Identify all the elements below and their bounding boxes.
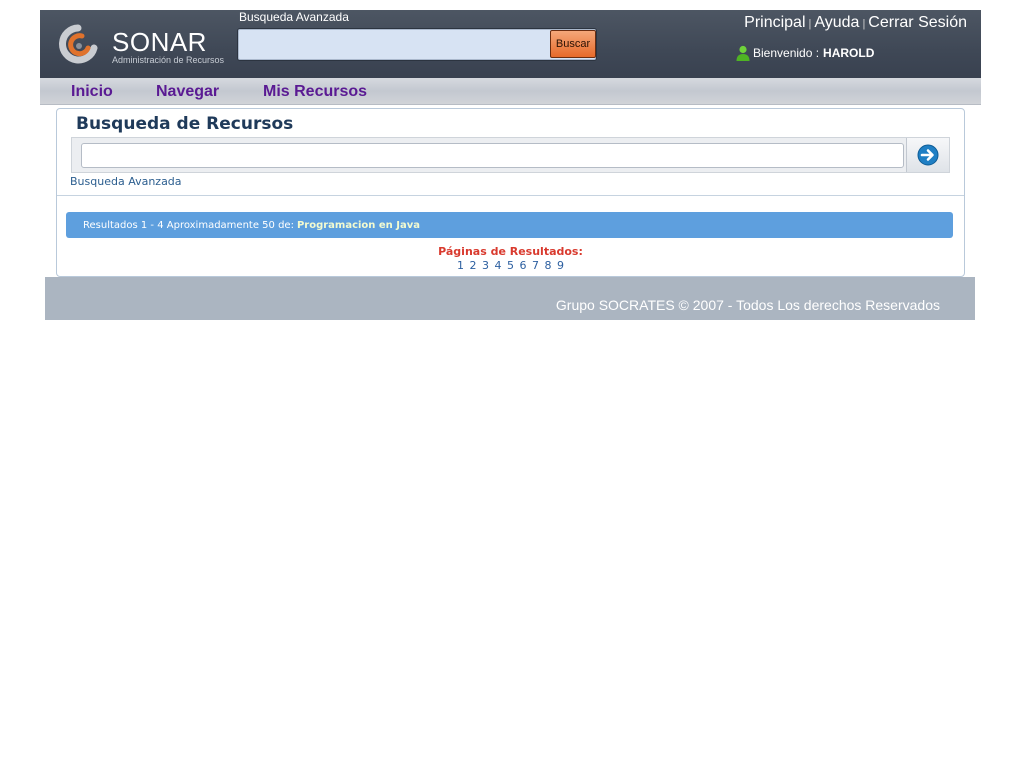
top-search-input[interactable] bbox=[237, 28, 597, 61]
go-button[interactable] bbox=[906, 138, 949, 172]
user-icon bbox=[736, 45, 750, 61]
page-link-6[interactable]: 6 bbox=[520, 259, 527, 272]
results-summary: Resultados 1 - 4 Aproximadamente 50 de: bbox=[83, 219, 294, 231]
logo-name: SONAR bbox=[112, 27, 207, 57]
search-strip bbox=[71, 137, 950, 173]
top-links: Principal | Ayuda | Cerrar Sesión bbox=[744, 14, 967, 32]
link-ayuda[interactable]: Ayuda bbox=[814, 14, 859, 31]
page-link-3[interactable]: 3 bbox=[482, 259, 489, 272]
search-button[interactable]: Buscar bbox=[550, 30, 596, 58]
welcome-message: Bienvenido : HAROLD bbox=[736, 45, 874, 61]
separator: | bbox=[808, 18, 812, 30]
link-principal[interactable]: Principal bbox=[744, 14, 805, 31]
page-link-2[interactable]: 2 bbox=[470, 259, 477, 272]
nav-item-navegar[interactable]: Navegar bbox=[156, 83, 219, 101]
page-link-5[interactable]: 5 bbox=[507, 259, 514, 272]
user-name: HAROLD bbox=[823, 46, 875, 60]
arrow-right-icon bbox=[917, 144, 939, 166]
logo-subtitle: Administración de Recursos bbox=[112, 55, 225, 65]
advanced-search-link[interactable]: Busqueda Avanzada bbox=[239, 10, 349, 24]
link-cerrar-sesion[interactable]: Cerrar Sesión bbox=[868, 14, 967, 31]
page-link-8[interactable]: 8 bbox=[545, 259, 552, 272]
page-link-4[interactable]: 4 bbox=[495, 259, 502, 272]
footer-copyright: Grupo SOCRATES © 2007 - Todos Los derech… bbox=[555, 297, 940, 313]
main-nav: Inicio Navegar Mis Recursos bbox=[40, 78, 981, 105]
page-link-7[interactable]: 7 bbox=[532, 259, 539, 272]
search-panel: Busqueda de Recursos Busqueda Avanzada R… bbox=[56, 108, 965, 277]
nav-item-mis-recursos[interactable]: Mis Recursos bbox=[263, 83, 367, 101]
separator: | bbox=[862, 18, 866, 30]
page-link-9[interactable]: 9 bbox=[557, 259, 564, 272]
footer: Grupo SOCRATES © 2007 - Todos Los derech… bbox=[45, 277, 975, 320]
logo[interactable]: SONAR Administración de Recursos bbox=[48, 24, 238, 70]
welcome-prefix: Bienvenido : bbox=[753, 46, 820, 60]
pagination: 1 2 3 4 5 6 7 8 9 bbox=[57, 259, 964, 272]
page-link-1[interactable]: 1 bbox=[457, 259, 464, 272]
results-summary-bar: Resultados 1 - 4 Aproximadamente 50 de: … bbox=[66, 212, 953, 238]
panel-title: Busqueda de Recursos bbox=[76, 114, 294, 134]
nav-item-inicio[interactable]: Inicio bbox=[71, 83, 113, 101]
advanced-search-link[interactable]: Busqueda Avanzada bbox=[70, 175, 182, 188]
header: SONAR Administración de Recursos Busqued… bbox=[40, 10, 981, 78]
pages-label: Páginas de Resultados: bbox=[438, 245, 583, 258]
results-query: Programacion en Java bbox=[296, 219, 421, 231]
sonar-logo-icon bbox=[59, 24, 98, 64]
resource-search-input[interactable] bbox=[81, 143, 904, 168]
divider bbox=[57, 195, 964, 196]
